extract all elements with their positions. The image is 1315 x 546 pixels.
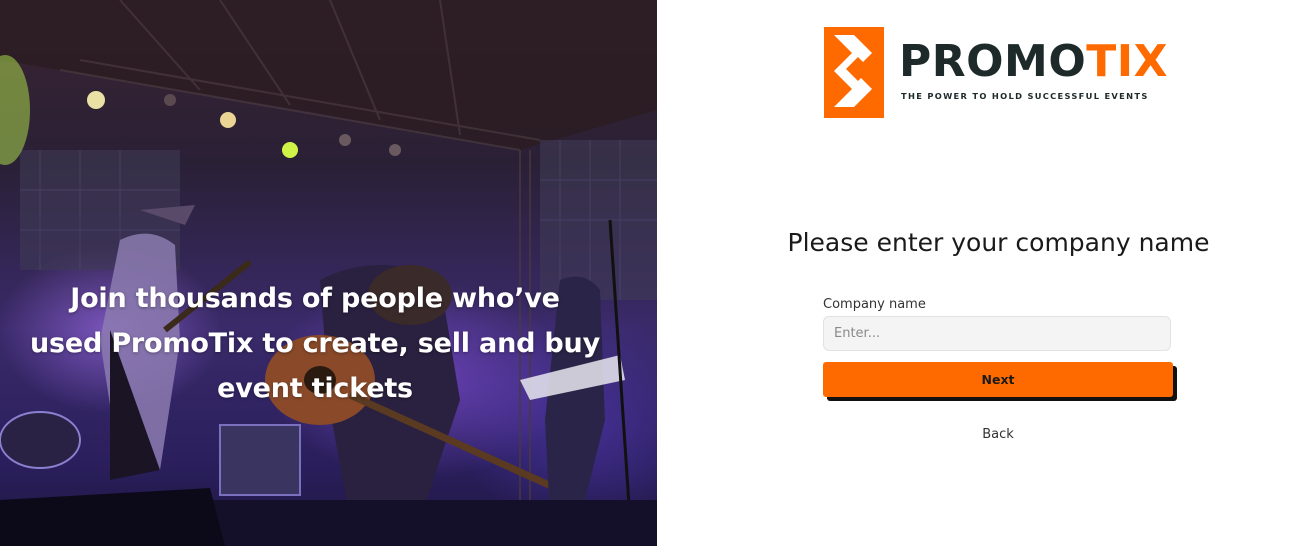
form-panel: PROMOTIX THE POWER TO HOLD SUCCESSFUL EV…	[657, 0, 1315, 546]
hero-panel: Join thousands of people who’ve used Pro…	[0, 0, 657, 546]
promotix-logo: PROMOTIX THE POWER TO HOLD SUCCESSFUL EV…	[824, 27, 1184, 119]
brand-wordmark: PROMOTIX	[899, 37, 1168, 87]
company-name-input[interactable]	[823, 316, 1171, 351]
brand-name-primary: PROMO	[899, 36, 1087, 87]
brand-name-accent: TIX	[1086, 36, 1169, 87]
signup-page: Join thousands of people who’ve used Pro…	[0, 0, 1315, 546]
back-link[interactable]: Back	[973, 427, 1023, 442]
next-button[interactable]: Next	[823, 362, 1173, 397]
concert-photo	[0, 0, 657, 546]
page-title: Please enter your company name	[787, 228, 1210, 257]
promotix-logo-icon	[824, 27, 884, 118]
brand-tagline: THE POWER TO HOLD SUCCESSFUL EVENTS	[901, 91, 1149, 101]
company-name-label: Company name	[823, 297, 926, 312]
hero-tagline: Join thousands of people who’ve used Pro…	[30, 283, 600, 404]
